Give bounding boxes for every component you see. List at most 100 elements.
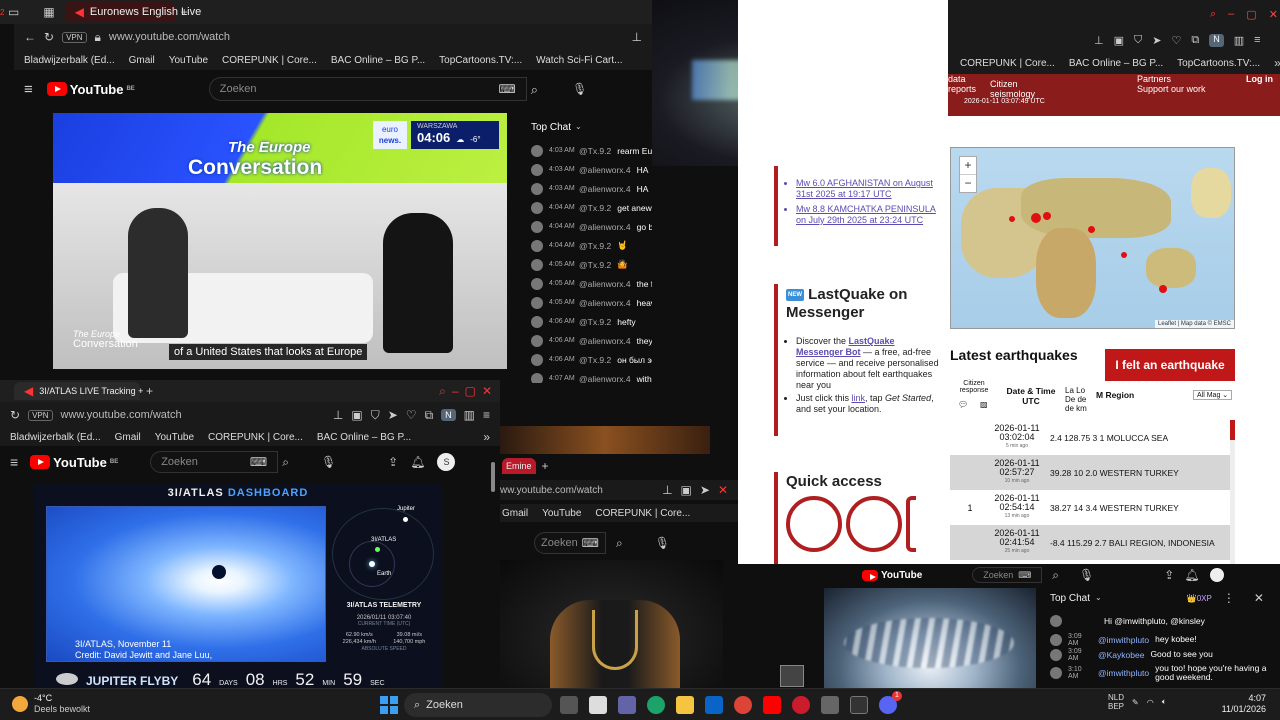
- chat-header[interactable]: Top Chat ⌄: [518, 113, 652, 141]
- scrollbar[interactable]: [1230, 420, 1235, 564]
- outlook-icon[interactable]: [705, 696, 723, 714]
- wifi-icon[interactable]: ◠: [1147, 698, 1154, 707]
- screenshot-icon[interactable]: ▣: [1114, 34, 1124, 47]
- profile-icon[interactable]: N: [1209, 34, 1224, 47]
- avatar[interactable]: [1050, 667, 1062, 679]
- quake-link[interactable]: Mw 6.0 AFGHANISTAN on August 31st 2025 a…: [796, 178, 946, 200]
- quake-marker[interactable]: [1121, 252, 1127, 258]
- quake-marker[interactable]: [1088, 226, 1095, 233]
- screenshot-icon[interactable]: ▣: [351, 409, 362, 421]
- bookmark-item[interactable]: Bladwijzerbalk (Ed...: [10, 432, 101, 443]
- chat-author[interactable]: @Tx.9.2: [579, 355, 611, 365]
- chat-author[interactable]: @Tx.9.2: [579, 203, 611, 213]
- sidebar-icon[interactable]: ▥: [1234, 34, 1244, 47]
- search-tabs-icon[interactable]: ⌕: [439, 385, 446, 397]
- chat-author[interactable]: @alienworx.4: [579, 222, 631, 232]
- chat-author[interactable]: @Tx.9.2: [579, 146, 611, 156]
- more-bookmarks-icon[interactable]: »: [1274, 57, 1280, 69]
- chat-author[interactable]: @alienworx.4: [579, 279, 631, 289]
- bell-icon[interactable]: 🔔︎: [1184, 569, 1199, 581]
- avatar[interactable]: [531, 239, 543, 252]
- start-button[interactable]: [380, 696, 398, 714]
- bookmark-item[interactable]: Gmail: [129, 55, 155, 66]
- avatar[interactable]: [531, 201, 543, 214]
- mic-icon[interactable]: 🎙︎: [655, 537, 670, 549]
- bookmark-item[interactable]: YouTube: [542, 508, 581, 519]
- taskbar-search[interactable]: ⌕ Zoeken: [404, 693, 552, 717]
- quake-marker[interactable]: [1159, 285, 1167, 293]
- chat-author[interactable]: @Tx.9.2: [579, 260, 611, 270]
- mic-icon[interactable]: 🎙︎: [572, 83, 587, 95]
- avatar[interactable]: [531, 296, 543, 309]
- pin-icon[interactable]: ⊥: [632, 31, 642, 43]
- search-input[interactable]: Zoeken ⌨: [972, 567, 1043, 583]
- quake-marker[interactable]: [1031, 213, 1041, 223]
- volume-icon[interactable]: 🔈︎: [1162, 697, 1167, 707]
- avatar[interactable]: S: [437, 453, 456, 471]
- address-bar[interactable]: ww.youtube.com/watch ⊥ ▣ ➤ ✕: [500, 480, 738, 500]
- youtube-logo[interactable]: YouTube BE: [30, 455, 118, 470]
- quake-link[interactable]: Mw 8.8 KAMCHATKA PENINSULA on July 29th …: [796, 204, 946, 226]
- close-icon[interactable]: ✕: [482, 385, 492, 397]
- bookmark-item[interactable]: YouTube: [155, 432, 194, 443]
- address-bar[interactable]: ← ↻ VPN 🔒︎ www.youtube.com/watch ⊥: [14, 24, 652, 50]
- menu-icon[interactable]: ≡: [10, 455, 18, 469]
- tab-list-icon[interactable]: ▦: [43, 6, 54, 18]
- maximize-icon[interactable]: ▢: [1246, 8, 1256, 21]
- avatar[interactable]: [531, 353, 543, 366]
- maximize-icon[interactable]: ▢: [465, 385, 476, 397]
- sidebar-icon[interactable]: ▭: [8, 6, 19, 18]
- edge-icon[interactable]: [647, 696, 665, 714]
- bookmark-item[interactable]: COREPUNK | Core...: [595, 508, 690, 519]
- quake-marker[interactable]: [1043, 212, 1051, 220]
- back-icon[interactable]: ←: [24, 31, 36, 43]
- bookmark-item[interactable]: YouTube: [169, 55, 208, 66]
- tab-atlas[interactable]: ◀ 3I/ATLAS LIVE Tracking +: [14, 382, 143, 400]
- new-tab-icon[interactable]: +: [146, 385, 153, 397]
- chat-author[interactable]: @alienworx.4: [579, 165, 631, 175]
- bookmark-item[interactable]: COREPUNK | Core...: [208, 432, 303, 443]
- zoom-in-button[interactable]: +: [960, 157, 976, 175]
- url-text[interactable]: www.youtube.com/watch: [61, 409, 182, 421]
- upload-icon[interactable]: ⇪: [1164, 569, 1174, 581]
- avatar[interactable]: [1050, 648, 1062, 661]
- send-icon[interactable]: ➤: [1152, 34, 1161, 47]
- clock[interactable]: 4:07 11/01/2026: [1206, 693, 1266, 715]
- bell-icon[interactable]: 🔔︎: [410, 456, 425, 468]
- url-text[interactable]: www.youtube.com/watch: [109, 31, 230, 43]
- avatar[interactable]: [531, 258, 543, 271]
- avatar[interactable]: [531, 372, 543, 383]
- phone-icon[interactable]: [906, 496, 916, 552]
- profile-icon[interactable]: N: [441, 409, 456, 421]
- shield-icon[interactable]: ⛉: [371, 409, 380, 421]
- pin-icon[interactable]: ⊥: [333, 409, 343, 421]
- close-icon[interactable]: ✕: [718, 484, 728, 496]
- more-bookmarks-icon[interactable]: »: [483, 431, 490, 443]
- chat-author[interactable]: @Tx.9.2: [579, 317, 611, 327]
- chat-author[interactable]: @imwithpluto: [1098, 635, 1149, 645]
- keyboard-icon[interactable]: ⌨: [582, 537, 599, 549]
- calculator-icon[interactable]: [821, 696, 839, 714]
- sidebar-icon[interactable]: ▥: [464, 409, 475, 421]
- search-input[interactable]: Zoeken ⌨: [208, 77, 527, 101]
- send-icon[interactable]: ➤: [388, 409, 398, 421]
- magnifier-heartbeat-icon[interactable]: [786, 496, 842, 552]
- bookmark-item[interactable]: TopCartoons.TV:...: [1177, 58, 1260, 69]
- search-icon[interactable]: ⌕: [616, 537, 623, 549]
- bookmark-item[interactable]: Gmail: [502, 508, 528, 519]
- quake-marker[interactable]: [1009, 216, 1015, 222]
- chat-author[interactable]: @Kaykobee: [1098, 650, 1144, 660]
- avatar[interactable]: [531, 144, 543, 157]
- pen-icon[interactable]: ✎: [1132, 698, 1139, 707]
- bookmark-item[interactable]: COREPUNK | Core...: [222, 55, 317, 66]
- bookmark-item[interactable]: BAC Online – BG P...: [1069, 58, 1163, 69]
- magnitude-filter[interactable]: All Mag ⌄: [1193, 390, 1233, 400]
- zoom-out-button[interactable]: −: [960, 175, 976, 192]
- atlas-dashboard[interactable]: 3I/ATLAS DASHBOARD 3I/ATLAS, November 11…: [34, 484, 442, 688]
- quake-row[interactable]: 1 2026-01-11 02:54:14 13 min ago 38.27 14 3.…: [950, 490, 1230, 525]
- shield-icon[interactable]: ⛉: [1134, 34, 1142, 47]
- mic-icon[interactable]: 🎙︎: [1079, 569, 1094, 581]
- extensions-icon[interactable]: ⧉: [1191, 34, 1199, 47]
- new-tab-icon[interactable]: +: [542, 460, 549, 472]
- felt-earthquake-button[interactable]: I felt an earthquake: [1105, 349, 1235, 381]
